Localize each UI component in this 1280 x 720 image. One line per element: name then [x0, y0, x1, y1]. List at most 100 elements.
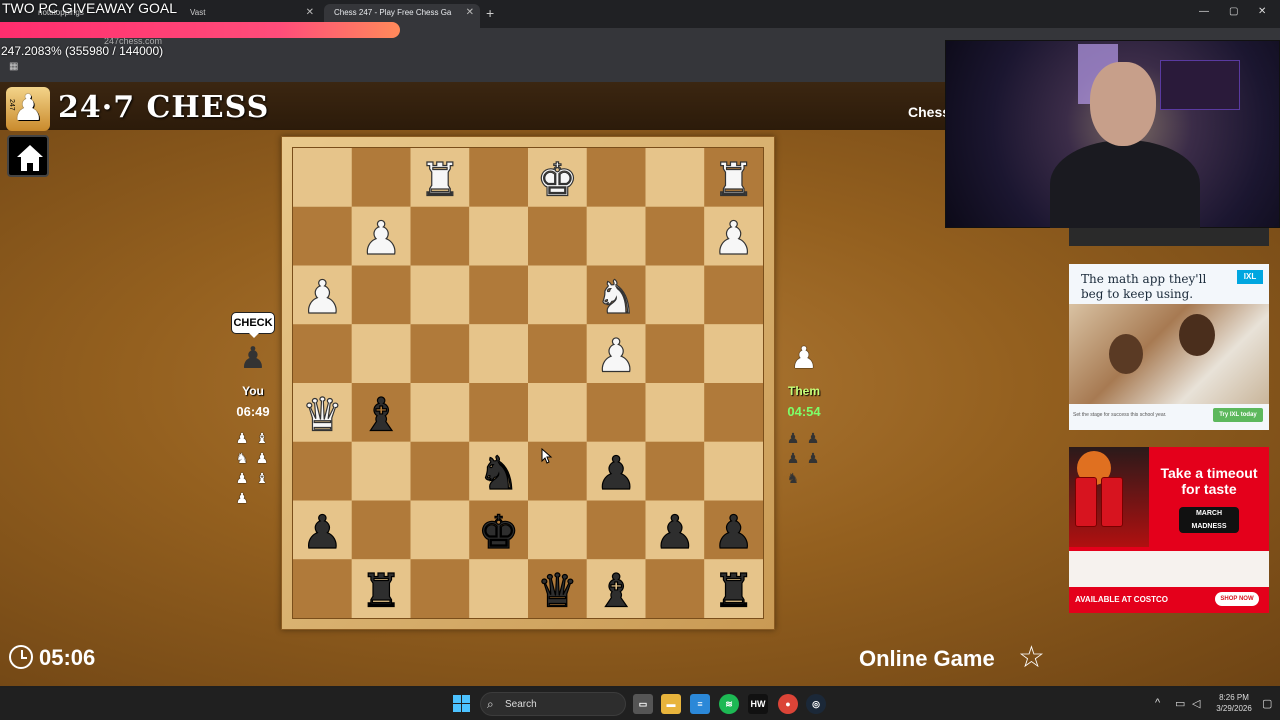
board-square[interactable] [586, 383, 646, 442]
maximize-icon[interactable]: ▢ [1229, 6, 1238, 17]
windows-start-icon[interactable] [453, 695, 471, 713]
board-square[interactable] [469, 265, 528, 325]
volume-icon[interactable]: ◁ [1192, 697, 1200, 710]
black-pawn-icon[interactable]: ♟ [595, 446, 637, 501]
board-square[interactable] [469, 383, 528, 442]
chrome-icon[interactable]: ● [778, 694, 798, 714]
black-pawn-icon: ♟ [806, 450, 820, 466]
board-square[interactable] [645, 148, 705, 207]
board-square[interactable] [704, 441, 763, 501]
black-king-icon[interactable]: ♚ [477, 504, 519, 559]
apps-grid-icon[interactable]: ▦ [9, 61, 18, 72]
star-icon[interactable]: ☆ [1018, 640, 1045, 675]
coke-availability: AVAILABLE AT COSTCO [1075, 595, 1169, 604]
board-square[interactable] [645, 559, 705, 618]
board-square[interactable] [469, 206, 528, 266]
board-square[interactable] [410, 500, 470, 560]
close-window-icon[interactable]: ✕ [1258, 6, 1266, 17]
notepad-icon[interactable]: ≡ [690, 694, 710, 714]
board-square[interactable] [351, 148, 411, 207]
coke-shop-button[interactable]: SHOP NOW [1215, 592, 1259, 606]
board-square[interactable] [351, 441, 411, 501]
hwinfo-icon[interactable]: HW [748, 694, 768, 714]
board-square[interactable] [528, 441, 587, 501]
home-button[interactable] [7, 135, 49, 177]
board-square[interactable] [293, 324, 352, 383]
task-view-icon[interactable]: ▭ [633, 694, 653, 714]
black-rook-icon[interactable]: ♜ [360, 563, 402, 618]
site-logo[interactable]: 247 ♟ [6, 87, 50, 131]
network-icon[interactable]: ▭ [1175, 697, 1185, 710]
board-square[interactable] [645, 206, 705, 266]
board-square[interactable] [645, 441, 705, 501]
board-square[interactable] [410, 383, 470, 442]
white-pawn-icon[interactable]: ♟ [301, 269, 343, 324]
ixl-photo [1069, 304, 1269, 404]
board-square[interactable] [410, 559, 470, 618]
clock-date: 3/29/2026 [1216, 704, 1252, 713]
board-square[interactable] [351, 500, 411, 560]
board-square[interactable] [351, 265, 411, 325]
board-square[interactable] [704, 265, 763, 325]
white-pawn-icon[interactable]: ♟ [712, 211, 754, 266]
board-square[interactable] [293, 206, 352, 266]
board-square[interactable] [645, 324, 705, 383]
black-pawn-icon[interactable]: ♟ [712, 504, 754, 559]
ixl-cta-button[interactable]: Try IXL today [1213, 408, 1263, 422]
board-square[interactable] [469, 324, 528, 383]
board-square[interactable] [528, 206, 587, 266]
header-chess-link[interactable]: Chess [908, 104, 950, 120]
black-knight-icon[interactable]: ♞ [477, 446, 519, 501]
chess-board[interactable]: ♜ ♚ ♜ ♟ ♟ ♟ ♞ ♟ ♛ ♝ ♞ ♟ ♟ ♚ ♟ ♟ ♜ ♛ ♝ ♜ [292, 147, 764, 619]
white-king-icon[interactable]: ♚ [536, 152, 578, 207]
minimize-icon[interactable]: — [1199, 6, 1209, 17]
white-pawn-icon[interactable]: ♟ [360, 211, 402, 266]
board-square[interactable] [293, 148, 352, 207]
tray-overflow-icon[interactable]: ^ [1155, 697, 1160, 709]
black-pawn-icon[interactable]: ♟ [654, 504, 696, 559]
board-square[interactable] [704, 383, 763, 442]
spotify-icon[interactable]: ≋ [719, 694, 739, 714]
white-rook-icon[interactable]: ♜ [419, 152, 461, 207]
board-square[interactable] [586, 500, 646, 560]
board-square[interactable] [528, 383, 587, 442]
file-explorer-icon[interactable]: ▬ [661, 694, 681, 714]
board-square[interactable] [410, 206, 470, 266]
board-square[interactable] [410, 265, 470, 325]
taskbar-search[interactable]: ⌕ Search [480, 692, 626, 716]
white-knight-icon[interactable]: ♞ [595, 269, 637, 324]
board-square[interactable] [528, 265, 587, 325]
new-tab-icon[interactable]: + [486, 5, 494, 21]
black-bishop-icon[interactable]: ♝ [595, 563, 637, 618]
board-square[interactable] [469, 148, 528, 207]
board-square[interactable] [528, 500, 587, 560]
board-square[interactable] [293, 441, 352, 501]
white-rook-icon[interactable]: ♜ [712, 152, 754, 207]
board-square[interactable] [469, 559, 528, 618]
black-bishop-icon[interactable]: ♝ [360, 387, 402, 442]
board-square[interactable] [704, 324, 763, 383]
board-square[interactable] [645, 383, 705, 442]
black-rook-icon[interactable]: ♜ [712, 563, 754, 618]
board-square[interactable] [410, 324, 470, 383]
board-square[interactable] [293, 559, 352, 618]
ad-strip[interactable] [1069, 228, 1269, 246]
close-icon[interactable]: ✕ [306, 4, 314, 22]
board-square[interactable] [528, 324, 587, 383]
notification-icon[interactable]: ▢ [1262, 697, 1272, 710]
taskbar-clock[interactable]: 8:26 PM 3/29/2026 [1210, 692, 1258, 714]
board-square[interactable] [586, 206, 646, 266]
you-label: You [242, 384, 264, 398]
white-pawn-icon[interactable]: ♟ [595, 328, 637, 383]
black-pawn-icon[interactable]: ♟ [301, 504, 343, 559]
coke-ad[interactable]: Take a timeout for taste MARCH MADNESS A… [1069, 447, 1269, 613]
ixl-ad[interactable]: The math app they'll beg to keep using. … [1069, 264, 1269, 430]
board-square[interactable] [586, 148, 646, 207]
white-queen-icon[interactable]: ♛ [301, 387, 343, 442]
board-square[interactable] [645, 265, 705, 325]
board-square[interactable] [351, 324, 411, 383]
steam-icon[interactable]: ◎ [806, 694, 826, 714]
board-square[interactable] [410, 441, 470, 501]
black-queen-icon[interactable]: ♛ [536, 563, 578, 618]
close-icon[interactable]: ✕ [466, 4, 474, 22]
